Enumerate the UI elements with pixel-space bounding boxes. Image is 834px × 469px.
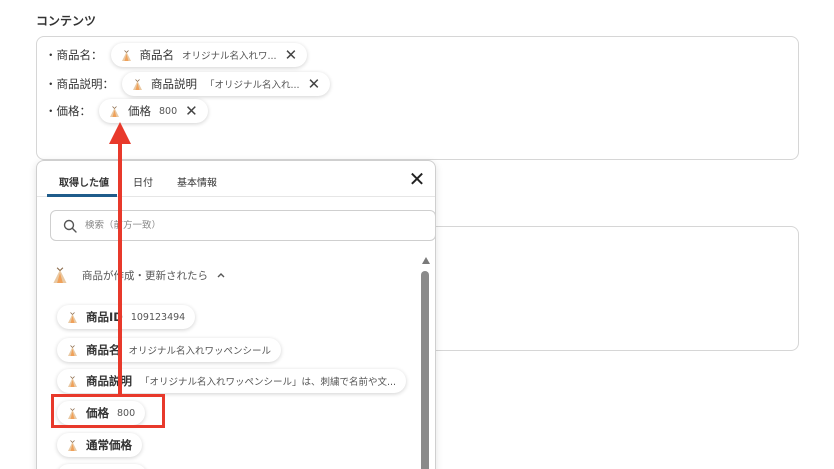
item-name: 商品説明: [86, 374, 132, 388]
content-textarea[interactable]: ・商品名： 商品名 オリジナル名入れワ... ✕ ・商品説明： 商品説明 「オリ…: [36, 36, 799, 160]
section-title: コンテンツ: [36, 14, 97, 28]
list-item[interactable]: [57, 464, 147, 469]
teepee-icon: [132, 78, 143, 90]
list-item[interactable]: 通常価格: [57, 433, 142, 457]
item-name: 通常価格: [86, 438, 132, 452]
item-value: 「オリジナル名入れワッペンシール」は、刺繍で名前や文...: [140, 377, 397, 388]
teepee-icon: [52, 267, 68, 283]
chip-name: 商品名: [139, 48, 175, 62]
item-value: 109123494: [130, 311, 186, 323]
variable-chip[interactable]: 商品ID 109123494: [57, 305, 196, 329]
item-name: 商品名: [86, 343, 121, 357]
variable-chip-price[interactable]: 価格 800 ✕: [99, 99, 208, 123]
variable-chip-product-name[interactable]: 商品名 オリジナル名入れワ... ✕: [110, 43, 308, 67]
teepee-icon: [67, 344, 78, 356]
teepee-icon: [121, 49, 131, 61]
close-icon[interactable]: ✕: [407, 169, 427, 189]
scrollbar[interactable]: [421, 257, 431, 469]
close-icon[interactable]: ✕: [308, 76, 321, 92]
line-label: ・商品説明：: [45, 77, 114, 91]
content-line-product-description: ・商品説明： 商品説明 「オリジナル名入れ... ✕: [45, 72, 331, 96]
variable-chip[interactable]: 商品説明 「オリジナル名入れワッペンシール」は、刺繍で名前や文...: [57, 369, 407, 393]
secondary-field-box[interactable]: [420, 226, 799, 351]
variable-chip[interactable]: 商品名 オリジナル名入れワッペンシール: [57, 338, 282, 362]
active-tab-indicator: [47, 194, 117, 197]
content-line-price: ・価格： 価格 800 ✕: [45, 99, 208, 123]
search-icon: [63, 219, 77, 233]
variable-chip[interactable]: [57, 464, 147, 469]
line-label: ・商品名：: [45, 48, 103, 62]
variable-chip[interactable]: 通常価格: [57, 433, 142, 457]
teepee-icon: [67, 375, 78, 387]
list-item[interactable]: 商品ID 109123494: [57, 305, 196, 329]
list-item[interactable]: 商品名 オリジナル名入れワッペンシール: [57, 338, 282, 362]
highlight-box: [51, 394, 165, 428]
tab-date[interactable]: 日付: [133, 174, 153, 189]
chevron-up-icon[interactable]: [216, 270, 226, 280]
teepee-icon: [67, 311, 78, 323]
item-name: 商品ID: [86, 310, 123, 324]
content-line-product-name: ・商品名： 商品名 オリジナル名入れワ... ✕: [45, 43, 308, 67]
tab-retrieved-values[interactable]: 取得した値: [59, 174, 109, 189]
group-header[interactable]: 商品が作成・更新されたら: [52, 267, 226, 283]
chip-value: 「オリジナル名入れ...: [205, 80, 300, 91]
scroll-up-icon[interactable]: [422, 257, 430, 264]
close-icon[interactable]: ✕: [285, 47, 298, 63]
panel-tabs: 取得した値 日付 基本情報 ✕: [37, 161, 435, 197]
search-box[interactable]: [50, 210, 435, 241]
chip-value: 800: [159, 105, 178, 117]
list-item[interactable]: 商品説明 「オリジナル名入れワッペンシール」は、刺繍で名前や文...: [57, 369, 407, 393]
teepee-icon: [67, 439, 78, 451]
chip-name: 商品説明: [151, 77, 197, 91]
chip-value: オリジナル名入れワ...: [182, 51, 277, 62]
group-title: 商品が作成・更新されたら: [82, 269, 208, 282]
scrollbar-thumb[interactable]: [421, 271, 429, 469]
variable-chip-product-description[interactable]: 商品説明 「オリジナル名入れ... ✕: [122, 72, 331, 96]
search-input[interactable]: [85, 220, 385, 231]
item-value: オリジナル名入れワッペンシール: [128, 346, 272, 357]
close-icon[interactable]: ✕: [185, 103, 198, 119]
chip-name: 価格: [128, 104, 151, 118]
teepee-icon: [109, 105, 120, 117]
line-label: ・価格：: [45, 104, 91, 118]
tab-basic-info[interactable]: 基本情報: [177, 174, 217, 189]
